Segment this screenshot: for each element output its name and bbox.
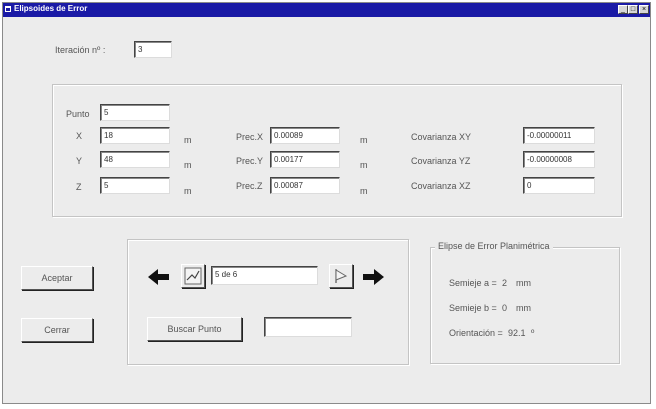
flag-icon xyxy=(333,268,349,286)
precision-z-label: Prec.Z xyxy=(236,181,263,191)
close-button[interactable]: Cerrar xyxy=(21,318,93,342)
covariance-xy-field[interactable]: -0.00000011 xyxy=(523,127,595,144)
z-label: Z xyxy=(76,182,82,192)
y-label: Y xyxy=(76,156,83,166)
y-coordinate-field[interactable]: 48 xyxy=(100,151,170,168)
semi-axis-a-unit: mm xyxy=(516,278,531,288)
covariance-yz-label: Covarianza YZ xyxy=(411,156,471,166)
covariance-xz-field[interactable]: 0 xyxy=(523,177,595,194)
semi-axis-b-value: 0 xyxy=(502,303,508,313)
precision-y-field[interactable]: 0.00177 xyxy=(270,151,340,168)
semi-axis-b-label: Semieje b = xyxy=(449,303,497,313)
x-coordinate-field[interactable]: 18 xyxy=(100,127,170,144)
covariance-yz-field[interactable]: -0.00000008 xyxy=(523,151,595,168)
search-point-button[interactable]: Buscar Punto xyxy=(147,317,242,341)
point-label: Punto xyxy=(66,109,90,119)
z-coordinate-field[interactable]: 5 xyxy=(100,177,170,194)
app-window-icon[interactable] xyxy=(5,6,11,12)
next-record-icon[interactable] xyxy=(361,267,385,287)
chart-button[interactable] xyxy=(181,264,205,288)
record-position-field[interactable]: 5 de 6 xyxy=(211,266,318,285)
title-bar[interactable]: Elipsoides de Error _ □ × xyxy=(3,3,650,17)
x-unit: m xyxy=(184,135,192,145)
semi-axis-a-label: Semieje a = xyxy=(449,278,497,288)
previous-record-icon[interactable] xyxy=(147,267,171,287)
error-ellipse-title: Elipse de Error Planimétrica xyxy=(435,241,553,251)
orientation-value: 92.1 xyxy=(508,328,526,338)
accept-button[interactable]: Aceptar xyxy=(21,266,93,290)
precision-z-unit: m xyxy=(360,186,368,196)
minimize-button[interactable]: _ xyxy=(618,5,628,14)
precision-x-field[interactable]: 0.00089 xyxy=(270,127,340,144)
covariance-xy-label: Covarianza XY xyxy=(411,132,472,142)
search-point-input[interactable] xyxy=(264,317,352,337)
precision-x-unit: m xyxy=(360,135,368,145)
precision-y-label: Prec.Y xyxy=(236,156,264,166)
semi-axis-b-unit: mm xyxy=(516,303,531,313)
flag-button[interactable] xyxy=(329,264,353,288)
iteration-input[interactable]: 3 xyxy=(134,41,172,58)
iteration-label: Iteración nº : xyxy=(55,45,106,55)
navigator-panel xyxy=(127,239,409,365)
precision-x-label: Prec.X xyxy=(236,132,264,142)
point-input[interactable]: 5 xyxy=(100,104,170,121)
window-title: Elipsoides de Error xyxy=(14,4,88,13)
y-unit: m xyxy=(184,160,192,170)
x-label: X xyxy=(76,131,83,141)
orientation-label: Orientación = xyxy=(449,328,503,338)
close-window-button[interactable]: × xyxy=(639,5,649,14)
maximize-button[interactable]: □ xyxy=(628,5,638,14)
covariance-xz-label: Covarianza XZ xyxy=(411,181,471,191)
orientation-unit: º xyxy=(531,328,535,338)
z-unit: m xyxy=(184,186,192,196)
error-ellipse-window: Elipsoides de Error _ □ × Iteración nº :… xyxy=(2,2,651,404)
precision-z-field[interactable]: 0.00087 xyxy=(270,177,340,194)
semi-axis-a-value: 2 xyxy=(502,278,508,288)
precision-y-unit: m xyxy=(360,160,368,170)
line-chart-icon xyxy=(184,267,202,287)
